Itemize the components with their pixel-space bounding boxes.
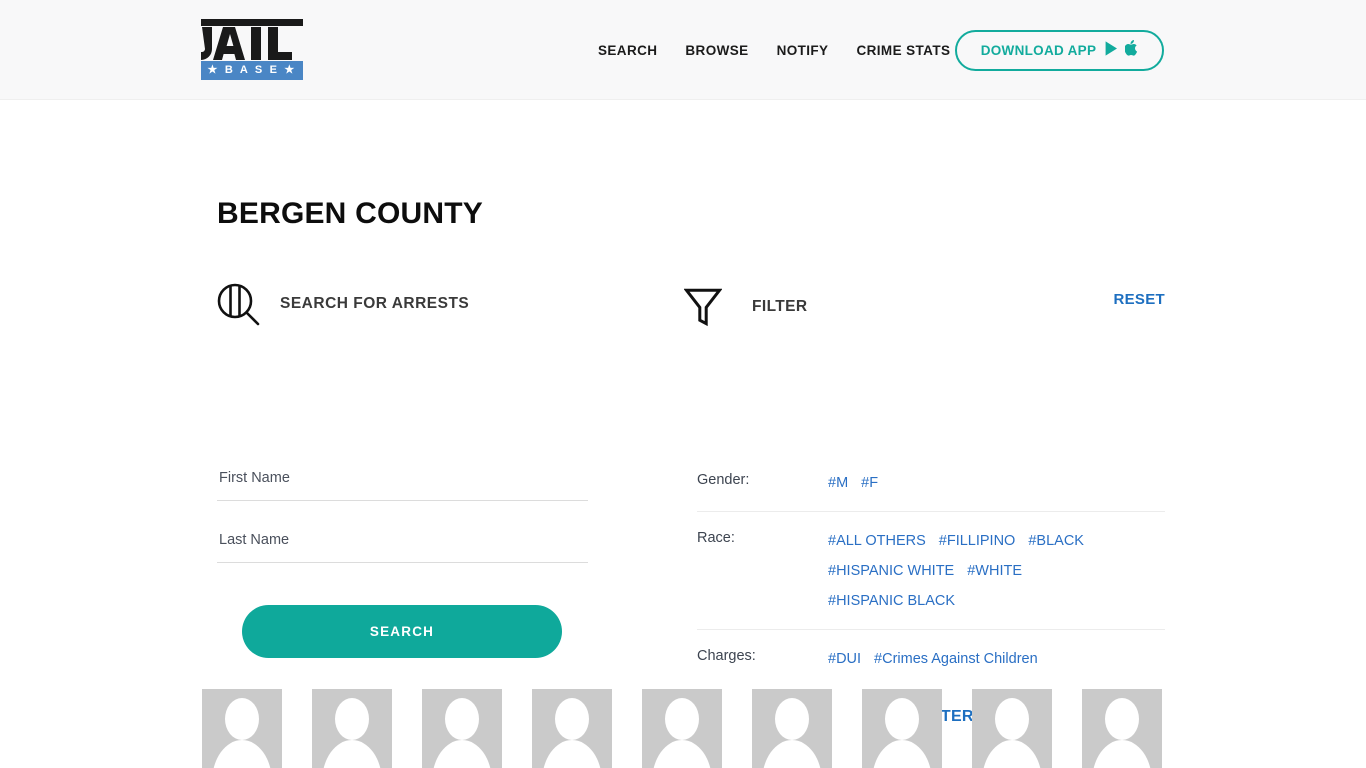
download-store-icons [1105, 40, 1138, 61]
search-panel-header: SEARCH FOR ARRESTS [217, 278, 589, 330]
search-button[interactable]: SEARCH [242, 605, 562, 658]
result-avatar-placeholder[interactable] [202, 689, 282, 768]
page-title: BERGEN COUNTY [217, 197, 483, 230]
nav-item-browse[interactable]: BROWSE [685, 41, 748, 61]
filter-panel-title: FILTER [752, 298, 808, 315]
results-avatar-strip [202, 689, 1162, 768]
last-name-input[interactable] [217, 523, 588, 563]
filter-tag[interactable]: #Crimes Against Children [874, 644, 1038, 674]
site-logo[interactable]: ★ B A S E ★ [201, 19, 303, 80]
result-avatar-placeholder[interactable] [752, 689, 832, 768]
result-avatar-placeholder[interactable] [1082, 689, 1162, 768]
result-avatar-placeholder[interactable] [862, 689, 942, 768]
filter-row-gender: Gender: #M #F [697, 454, 1165, 511]
logo-wordmark-jail [201, 27, 303, 60]
reset-filters-link[interactable]: RESET [1113, 291, 1165, 308]
filter-tag[interactable]: #F [861, 468, 878, 498]
filter-panel: FILTER RESET Gender: #M #F Race: #ALL OT… [683, 278, 1165, 725]
search-arrests-panel: SEARCH FOR ARRESTS SEARCH [217, 278, 589, 658]
filter-tag[interactable]: #FILLIPINO [939, 526, 1016, 556]
filter-tag[interactable]: #BLACK [1028, 526, 1084, 556]
filter-label-gender: Gender: [697, 472, 750, 488]
result-avatar-placeholder[interactable] [532, 689, 612, 768]
logo-base-text: ★ B A S E ★ [207, 64, 297, 76]
filter-tag[interactable]: #HISPANIC BLACK [828, 586, 955, 616]
filter-tag[interactable]: #HISPANIC WHITE [828, 556, 954, 586]
nav-item-notify[interactable]: NOTIFY [777, 41, 829, 61]
search-panel-title: SEARCH FOR ARRESTS [280, 295, 470, 312]
filter-tag[interactable]: #WHITE [967, 556, 1022, 586]
nav-item-crime-stats[interactable]: CRIME STATS [856, 41, 950, 61]
result-avatar-placeholder[interactable] [422, 689, 502, 768]
filter-label-race: Race: [697, 530, 735, 546]
header-inner: ★ B A S E ★ SEARCH BROWSE NOTIFY CRIME S… [0, 0, 1366, 100]
logo-wordmark-base: ★ B A S E ★ [201, 61, 303, 80]
filter-label-charges: Charges: [697, 648, 756, 664]
google-play-icon [1105, 40, 1118, 61]
main-navigation: SEARCH BROWSE NOTIFY CRIME STATS [598, 41, 950, 61]
filter-tags-race: #ALL OTHERS #FILLIPINO #BLACK #HISPANIC … [828, 526, 1158, 616]
result-avatar-placeholder[interactable] [312, 689, 392, 768]
filter-tags-gender: #M #F [828, 468, 878, 498]
first-name-field[interactable] [217, 461, 588, 501]
last-name-field[interactable] [217, 523, 588, 563]
download-app-button[interactable]: DOWNLOAD APP [955, 30, 1164, 71]
filter-row-charges: Charges: #DUI #Crimes Against Children [697, 629, 1165, 687]
nav-item-search[interactable]: SEARCH [598, 41, 657, 61]
result-avatar-placeholder[interactable] [972, 689, 1052, 768]
filter-panel-header: FILTER RESET [683, 278, 1165, 336]
funnel-icon [682, 286, 724, 328]
first-name-input[interactable] [217, 461, 588, 501]
filter-tags-charges: #DUI #Crimes Against Children [828, 644, 1038, 674]
result-avatar-placeholder[interactable] [642, 689, 722, 768]
filter-tag[interactable]: #ALL OTHERS [828, 526, 926, 556]
logo-top-bar [201, 19, 303, 26]
filter-tag[interactable]: #DUI [828, 644, 861, 674]
jail-magnifier-icon [215, 281, 261, 327]
download-app-label: DOWNLOAD APP [980, 43, 1097, 58]
filter-rows: Gender: #M #F Race: #ALL OTHERS #FILLIPI… [697, 454, 1165, 687]
site-header: ★ B A S E ★ SEARCH BROWSE NOTIFY CRIME S… [0, 0, 1366, 100]
page-content: BERGEN COUNTY SEARCH FOR ARRESTS SEARCH [0, 100, 1366, 768]
filter-row-race: Race: #ALL OTHERS #FILLIPINO #BLACK #HIS… [697, 511, 1165, 629]
filter-tag[interactable]: #M [828, 468, 848, 498]
apple-icon [1124, 40, 1138, 61]
